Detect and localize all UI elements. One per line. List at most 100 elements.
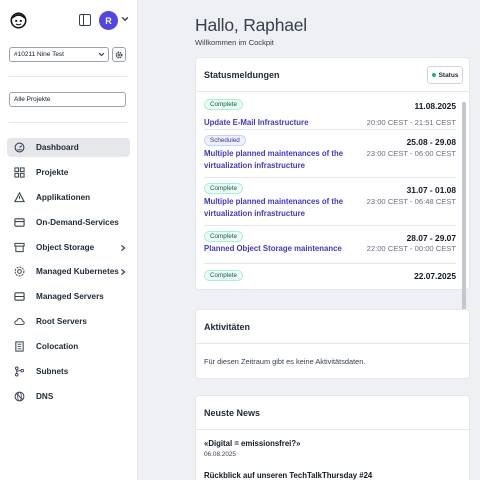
status-badge: Complete xyxy=(204,231,243,242)
news-card: Neuste News «Digital = emissionsfrei?» 0… xyxy=(195,395,470,480)
chevron-down-icon[interactable] xyxy=(121,15,129,23)
sidebar-nav: Dashboard Projekte Applikationen On-Dema… xyxy=(7,138,130,412)
sidebar-item-label: Object Storage xyxy=(36,242,95,252)
status-item-title[interactable]: Multiple planned maintenances of the vir… xyxy=(204,148,354,171)
status-item[interactable]: Complete Multiple planned maintenances o… xyxy=(204,183,456,223)
status-divider xyxy=(204,225,456,226)
status-button[interactable]: Status xyxy=(427,66,463,84)
sidebar-item-subnets[interactable]: Subnets xyxy=(7,362,130,381)
projects-icon xyxy=(14,167,25,178)
news-item[interactable]: Rückblick auf unseren TechTalkThursday #… xyxy=(204,471,372,480)
status-item-time: 23:00 CEST - 06:00 CEST xyxy=(366,149,456,158)
project-select[interactable]: Alle Projekte xyxy=(9,92,126,107)
sidebar-item-label: Colocation xyxy=(36,342,79,352)
sidebar: R #10211 Nine Test Alle Projekte Dashboa… xyxy=(0,0,138,480)
news-item-date: 06.08.2025 xyxy=(204,451,236,458)
status-card-header: Statusmeldungen Status xyxy=(196,58,469,92)
sidebar-item-managed-kubernetes[interactable]: Managed Kubernetes xyxy=(7,262,130,281)
sidebar-item-managed-servers[interactable]: Managed Servers xyxy=(7,287,130,306)
account-settings-button[interactable] xyxy=(112,47,126,62)
sidebar-item-applikationen[interactable]: Applikationen xyxy=(7,188,130,207)
sidebar-item-on-demand-services[interactable]: On-Demand-Services xyxy=(7,213,130,232)
project-select-value: Alle Projekte xyxy=(14,96,51,103)
applications-icon xyxy=(14,191,25,202)
dashboard-icon xyxy=(14,142,25,153)
status-item-title[interactable]: Planned Object Storage maintenance xyxy=(204,243,354,255)
status-item[interactable]: Complete 22.07.2025 xyxy=(204,270,456,285)
sidebar-item-label: Applikationen xyxy=(36,192,91,202)
news-item-title[interactable]: «Digital = emissionsfrei?» xyxy=(204,439,300,448)
managed-servers-icon xyxy=(14,292,25,302)
news-item-title[interactable]: Rückblick auf unseren TechTalkThursday #… xyxy=(204,471,372,480)
status-item-time: 22:00 CEST - 00:00 CEST xyxy=(366,244,456,253)
status-item-date: 28.07 - 29.07 xyxy=(406,233,456,243)
news-item[interactable]: «Digital = emissionsfrei?» 06.08.2025 xyxy=(204,439,300,458)
status-badge: Complete xyxy=(204,99,243,110)
status-scrollbar-thumb[interactable] xyxy=(462,102,466,312)
account-select-value: #10211 Nine Test xyxy=(14,51,64,58)
subnets-icon xyxy=(15,366,24,377)
status-badge: Scheduled xyxy=(204,135,246,146)
status-divider xyxy=(204,263,456,264)
sidebar-item-label: Subnets xyxy=(36,367,69,377)
gear-icon xyxy=(115,51,123,58)
kubernetes-icon xyxy=(14,267,25,277)
account-select[interactable]: #10211 Nine Test xyxy=(9,47,109,62)
sidebar-divider xyxy=(9,76,127,77)
chevron-right-icon xyxy=(121,244,126,251)
status-card: Statusmeldungen Status Complete Update E… xyxy=(195,57,470,330)
cloud-icon xyxy=(14,318,25,326)
sidebar-topbar: R xyxy=(0,0,138,42)
status-item[interactable]: Complete Planned Object Storage maintena… xyxy=(204,231,456,261)
status-item-title[interactable]: Multiple planned maintenances of the vir… xyxy=(204,196,354,219)
colocation-icon xyxy=(15,341,24,352)
status-button-label: Status xyxy=(438,71,459,79)
avatar[interactable]: R xyxy=(99,11,118,30)
status-item-time: 23:00 CEST - 06:48 CEST xyxy=(366,197,456,206)
object-storage-icon xyxy=(14,242,25,252)
status-item-date: 22.07.2025 xyxy=(414,271,456,281)
status-list: Complete Update E-Mail Infrastructure 11… xyxy=(196,93,464,285)
status-scrollbar[interactable] xyxy=(462,102,466,330)
sidebar-item-dashboard[interactable]: Dashboard xyxy=(7,138,130,157)
chevron-right-icon xyxy=(121,269,126,276)
sidebar-item-label: DNS xyxy=(36,391,54,401)
sidebar-item-label: Projekte xyxy=(36,167,69,177)
sidebar-item-projekte[interactable]: Projekte xyxy=(7,163,130,182)
dns-icon xyxy=(14,391,25,402)
status-divider xyxy=(204,177,456,178)
status-item-date: 25.08 - 29.08 xyxy=(406,137,456,147)
status-item[interactable]: Scheduled Multiple planned maintenances … xyxy=(204,135,456,175)
sidebar-item-label: Dashboard xyxy=(36,143,79,152)
status-item-date: 31.07 - 01.08 xyxy=(406,185,456,195)
status-item-time: 20:00 CEST - 21:51 CEST xyxy=(366,118,456,127)
sidebar-item-label: Managed Kubernetes xyxy=(36,267,119,277)
activity-card-header: Aktivitäten xyxy=(196,310,469,344)
sidebar-toggle-icon[interactable] xyxy=(79,14,91,26)
page-subtitle: Willkommen im Cockpit xyxy=(195,38,274,47)
main-content: Hallo, Raphael Willkommen im Cockpit Sta… xyxy=(139,0,480,480)
news-card-title: Neuste News xyxy=(204,407,261,418)
status-item-title[interactable]: Update E-Mail Infrastructure xyxy=(204,117,354,129)
activity-empty-text: Für diesen Zeitraum gibt es keine Aktivi… xyxy=(204,357,366,366)
sidebar-item-label: Managed Servers xyxy=(36,292,104,302)
status-item[interactable]: Complete Update E-Mail Infrastructure 11… xyxy=(204,99,456,129)
nine-logo-icon[interactable] xyxy=(10,12,27,29)
chevron-down-icon xyxy=(98,52,105,57)
sidebar-item-object-storage[interactable]: Object Storage xyxy=(7,238,130,257)
sidebar-item-root-servers[interactable]: Root Servers xyxy=(7,312,130,331)
sidebar-item-label: On-Demand-Services xyxy=(36,217,119,227)
sidebar-item-label: Root Servers xyxy=(36,317,87,327)
status-dot-icon xyxy=(431,73,436,77)
page-title: Hallo, Raphael xyxy=(195,15,307,35)
news-card-header: Neuste News xyxy=(196,396,469,430)
status-badge: Complete xyxy=(204,183,243,194)
sidebar-item-dns[interactable]: DNS xyxy=(7,387,130,406)
status-card-title: Statusmeldungen xyxy=(204,69,280,80)
on-demand-icon xyxy=(14,217,25,227)
activity-card: Aktivitäten Für diesen Zeitraum gibt es … xyxy=(195,309,470,379)
status-divider xyxy=(204,129,456,130)
sidebar-item-colocation[interactable]: Colocation xyxy=(7,337,130,356)
activity-card-title: Aktivitäten xyxy=(204,321,251,332)
status-badge: Complete xyxy=(204,270,243,281)
